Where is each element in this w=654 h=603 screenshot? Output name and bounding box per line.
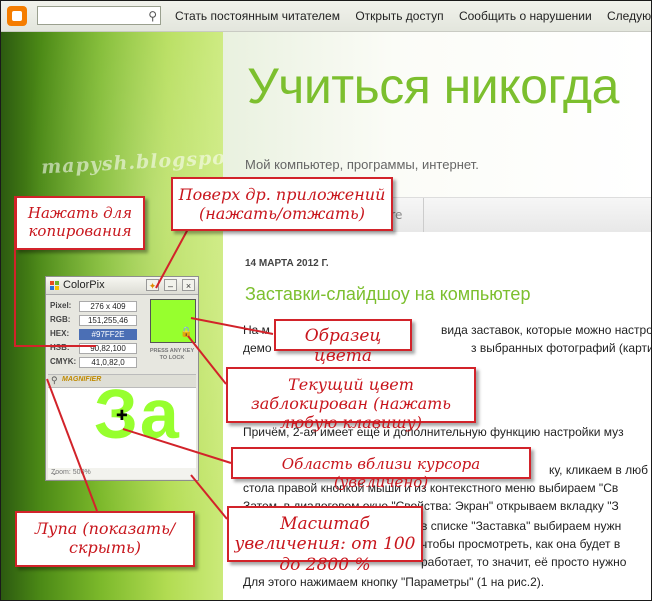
colorpix-title: ColorPix: [63, 279, 105, 291]
cmyk-label: CMYK:: [50, 357, 77, 366]
callout-magnifier: Лупа (показать/скрыть): [15, 511, 195, 567]
lock-icon: 🔒: [180, 327, 193, 338]
blogger-navbar: ⚲ Стать постоянным читателем Открыть дос…: [1, 1, 651, 32]
nav-link-follow[interactable]: Стать постоянным читателем: [175, 9, 340, 23]
always-on-top-button[interactable]: ✦: [146, 279, 159, 291]
rgb-value[interactable]: 151,255,46: [79, 315, 137, 326]
post-title[interactable]: Заставки-слайдшоу на компьютер: [245, 284, 530, 305]
windows-logo-icon: [50, 281, 59, 290]
navbar-search-input[interactable]: ⚲: [37, 6, 161, 25]
hex-label: HEX:: [50, 329, 70, 338]
hsb-value[interactable]: 90,82,100: [79, 343, 137, 354]
magnifier-label: MAGNIFIER: [62, 376, 102, 383]
pixel-label: Pixel:: [50, 301, 72, 310]
nav-link-next-blog[interactable]: Следующий б: [607, 9, 651, 23]
press-key-hint: PRESS ANY KEY TO LOCK: [149, 348, 195, 361]
callout-sample: Образец цвета: [274, 319, 412, 366]
magnified-text: За: [94, 388, 181, 454]
callout-ontop: Поверх др. приложений (нажать/отжать): [171, 177, 393, 231]
chevron-down-icon[interactable]: ⌄: [51, 468, 192, 477]
post-date: 14 МАРТА 2012 Г.: [245, 258, 329, 269]
post-line: ку, кликаем в люб: [549, 463, 648, 477]
search-icon[interactable]: ⚲: [148, 9, 157, 23]
screenshot-frame: ⚲ Стать постоянным читателем Открыть дос…: [0, 0, 652, 601]
callout-copy: Нажать для копирования: [15, 196, 145, 250]
navbar-links: Стать постоянным читателем Открыть досту…: [175, 9, 651, 23]
close-button[interactable]: ×: [182, 279, 195, 291]
colorpix-titlebar[interactable]: ColorPix ✦ – ×: [46, 277, 198, 295]
nav-link-share[interactable]: Открыть доступ: [355, 9, 443, 23]
post-line: На м: [243, 323, 270, 337]
post-line: стола правой кнопкой мыши и из контекстн…: [243, 481, 619, 495]
zoom-bar[interactable]: Zoom: 500% ⌄: [48, 468, 196, 479]
magnifier-icon: ⚲: [51, 375, 58, 385]
post-line: вида заставок, которые можно настро: [441, 323, 652, 337]
callout-zoom: Масштаб увеличения: от 100 до 2800 %: [227, 506, 423, 575]
cmyk-value[interactable]: 41,0,82,0: [79, 357, 137, 368]
tab-separator: [423, 198, 424, 232]
hsb-label: HSB:: [50, 343, 70, 352]
crosshair-icon: ✚: [116, 407, 128, 423]
post-line: демо: [243, 341, 272, 355]
nav-link-report[interactable]: Сообщить о нарушении: [459, 9, 592, 23]
pixel-value[interactable]: 276 x 409: [79, 301, 137, 312]
post-line: з выбранных фотографий (картинок): [471, 341, 651, 355]
colorpix-window: ColorPix ✦ – × Pixel: 276 x 409 RGB: 151…: [45, 276, 199, 481]
post-line: Для этого нажимаем кнопку "Параметры" (1…: [243, 575, 545, 589]
callout-locked: Текущий цвет заблокирован (нажать любую …: [226, 367, 476, 432]
rgb-label: RGB:: [50, 315, 71, 324]
minimize-button[interactable]: –: [164, 279, 177, 291]
blog-description: Мой компьютер, программы, интернет.: [245, 157, 479, 172]
post-line: в списке "Заставка" выбираем нужн: [421, 519, 622, 533]
callout-cursor-area: Область вблизи курсора (увеличено): [231, 447, 531, 491]
blogger-logo-icon[interactable]: [7, 6, 27, 26]
magnifier-toggle[interactable]: ⚲ MAGNIFIER: [48, 374, 196, 388]
post-line: работает, то значит, её просто нужно: [421, 555, 627, 569]
hex-value[interactable]: #97FF2E: [79, 329, 137, 340]
magnifier-view: За ✚: [48, 388, 196, 468]
post-line: чтобы просмотреть, как она будет в: [421, 537, 621, 551]
blog-title[interactable]: Учиться никогда: [247, 57, 619, 115]
